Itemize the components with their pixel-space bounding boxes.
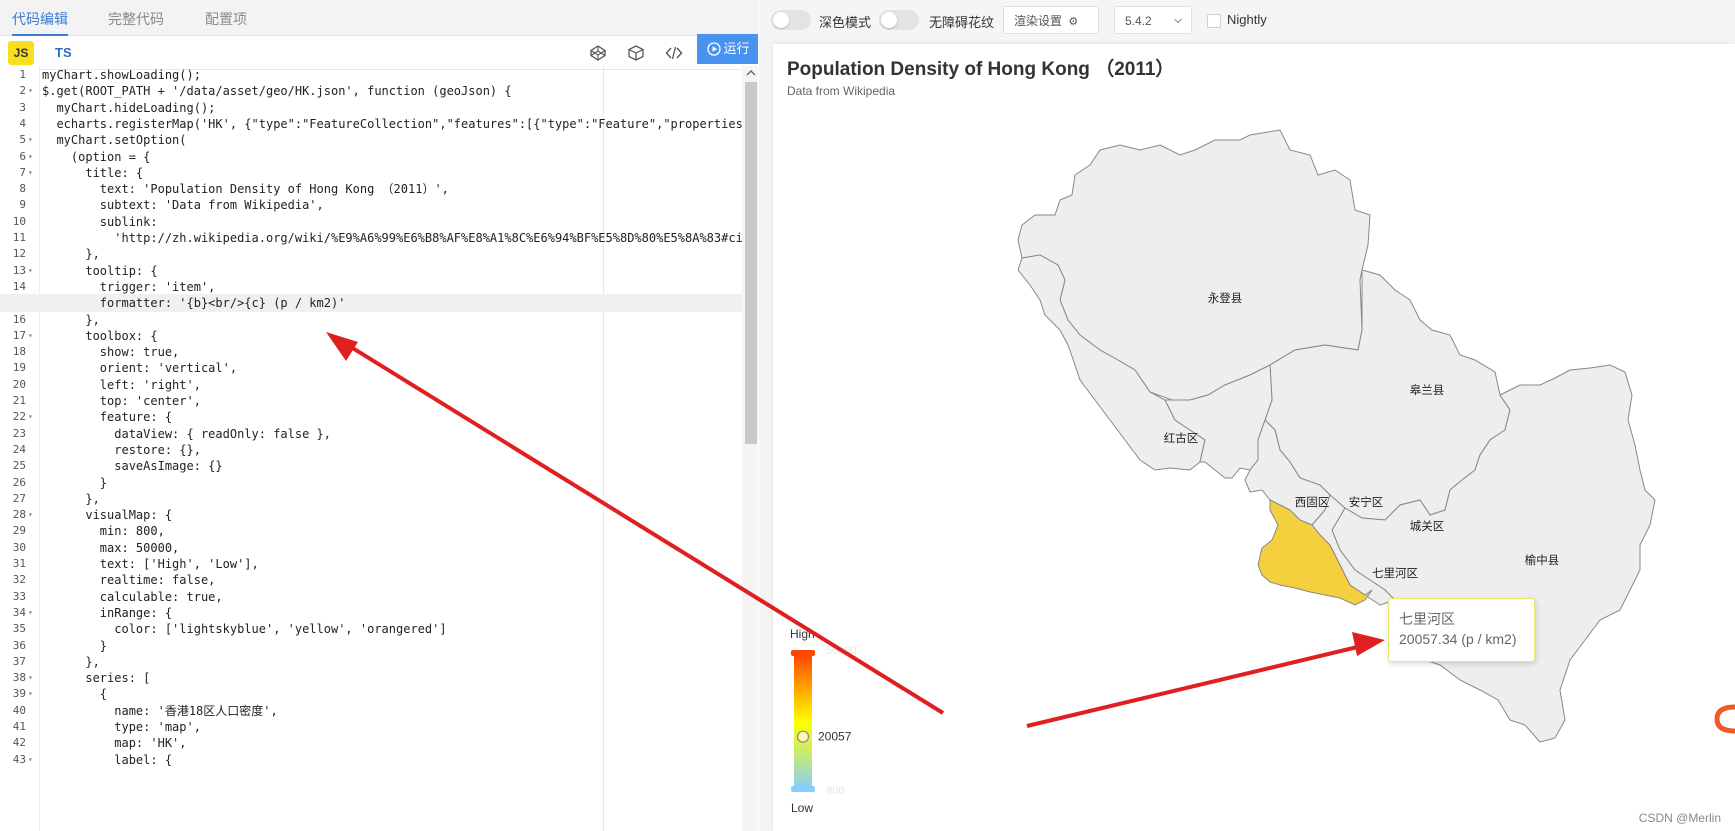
district-label: 安宁区 [1349, 495, 1384, 509]
district-label: 七里河区 [1372, 566, 1418, 580]
visual-map-bar [794, 654, 812, 790]
district-label: 皋兰县 [1410, 383, 1445, 397]
district-label: 西固区 [1295, 495, 1330, 509]
visual-map-low-label: Low [791, 801, 813, 815]
visual-map-min-label: 800 [826, 785, 844, 797]
visual-map-current-value: 20057 [818, 730, 852, 744]
csdn-logo-icon [1714, 704, 1735, 734]
tooltip-value: 20057.34 (p / km2) [1399, 631, 1517, 647]
district-label: 红古区 [1164, 431, 1199, 445]
watermark: CSDN @Merlin [1638, 811, 1721, 825]
district-label: 榆中县 [1525, 553, 1560, 567]
visual-map-bottom-handle[interactable] [791, 786, 815, 792]
arrow-head-icon [326, 332, 358, 361]
visual-map-indicator [796, 730, 810, 743]
map-overlay: 永登县 皋兰县 红古区 西固区 安宁区 城关区 七里河区 榆中县 High 50… [326, 129, 1656, 815]
arrow-head-icon [1352, 632, 1385, 656]
map-tooltip: 七里河区 20057.34 (p / km2) [1388, 598, 1535, 662]
tooltip-region-name: 七里河区 [1399, 611, 1455, 627]
arrow-line-to-tooltip [1026, 642, 1371, 728]
district-label: 永登县 [1208, 291, 1243, 305]
arrow-line-to-code [336, 337, 945, 715]
district-label: 城关区 [1410, 519, 1445, 533]
